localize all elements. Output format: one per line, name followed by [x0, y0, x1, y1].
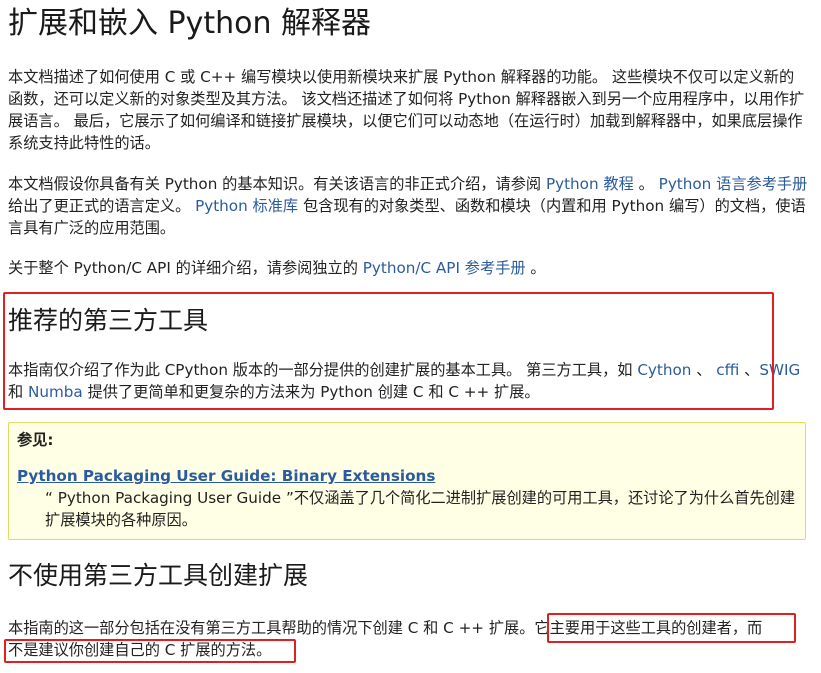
cffi-link[interactable]: cffi: [716, 361, 739, 379]
standard-library-link[interactable]: Python 标准库: [195, 197, 298, 215]
numba-link[interactable]: Numba: [28, 383, 83, 401]
third-party-text-after: 提供了更简单和更复杂的方法来为 Python 创建 C 和 C ++ 扩展。: [82, 383, 540, 401]
intro-p2-text-mid2: 给出了更正式的语言定义。: [8, 197, 196, 215]
page-title: 扩展和嵌入 Python 解释器: [8, 6, 372, 41]
third-party-sep-1: 、: [691, 361, 717, 379]
no-third-party-line-1: 本指南的这一部分包括在没有第三方工具帮助的情况下创建 C 和 C ++ 扩展。它…: [8, 619, 763, 637]
language-reference-link[interactable]: Python 语言参考手册: [659, 175, 808, 193]
python-tutorial-link[interactable]: Python 教程: [546, 175, 634, 193]
see-also-title: 参见:: [17, 431, 54, 449]
intro-p2-text-mid1: 。: [633, 175, 659, 193]
intro-p3-text-after: 。: [525, 259, 546, 277]
no-third-party-line-2: 不是建议你创建自己的 C 扩展的方法。: [8, 641, 272, 659]
intro-paragraph-1: 本文档描述了如何使用 C 或 C++ 编写模块以使用新模块来扩展 Python …: [8, 68, 805, 152]
see-also-description: “ Python Packaging User Guide ”不仅涵盖了几个简化…: [45, 489, 796, 529]
c-api-reference-link[interactable]: Python/C API 参考手册: [363, 259, 526, 277]
no-third-party-section-title: 不使用第三方工具创建扩展: [8, 561, 309, 590]
cython-link[interactable]: Cython: [637, 361, 691, 379]
binary-extensions-link[interactable]: Python Packaging User Guide: Binary Exte…: [17, 465, 435, 487]
see-also-box: 参见: Python Packaging User Guide: Binary …: [8, 422, 806, 540]
intro-p3-text-before: 关于整个 Python/C API 的详细介绍，请参阅独立的: [8, 259, 363, 277]
third-party-sep-2: 、: [739, 361, 760, 379]
intro-p2-text-before: 本文档假设你具备有关 Python 的基本知识。有关该语言的非正式介绍，请参阅: [8, 175, 546, 193]
third-party-paragraph: 本指南仅介绍了作为此 CPython 版本的一部分提供的创建扩展的基本工具。 第…: [8, 359, 803, 403]
third-party-sep-3: 和: [8, 383, 29, 401]
intro-paragraph-3: 关于整个 Python/C API 的详细介绍，请参阅独立的 Python/C …: [8, 257, 808, 279]
intro-paragraph-2: 本文档假设你具备有关 Python 的基本知识。有关该语言的非正式介绍，请参阅 …: [8, 173, 808, 239]
swig-link[interactable]: SWIG: [759, 361, 800, 379]
doc-page: 扩展和嵌入 Python 解释器 本文档描述了如何使用 C 或 C++ 编写模块…: [0, 0, 821, 673]
third-party-section-title: 推荐的第三方工具: [8, 306, 209, 335]
third-party-text-before: 本指南仅介绍了作为此 CPython 版本的一部分提供的创建扩展的基本工具。 第…: [8, 361, 638, 379]
